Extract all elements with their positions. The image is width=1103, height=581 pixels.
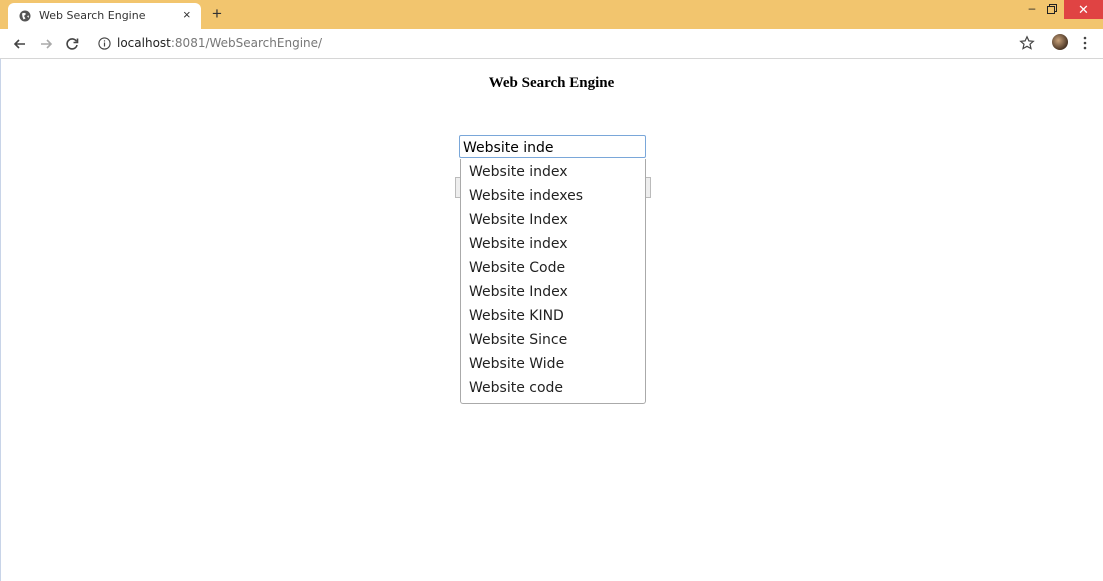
search-input[interactable] — [459, 135, 646, 158]
browser-toolbar: localhost:8081/WebSearchEngine/ — [0, 29, 1103, 59]
globe-icon — [19, 10, 31, 22]
menu-kebab-icon[interactable] — [1080, 36, 1090, 50]
reload-icon[interactable] — [64, 36, 80, 52]
suggestion-item[interactable]: Website Since — [469, 332, 567, 348]
suggestion-item[interactable]: Website index — [469, 236, 568, 252]
page-title: Web Search Engine — [488, 75, 615, 91]
browser-tab[interactable]: Web Search Engine × — [8, 3, 201, 29]
profile-avatar[interactable] — [1052, 34, 1068, 50]
restore-icon[interactable] — [1046, 3, 1058, 15]
window-close-button[interactable]: ✕ — [1064, 0, 1103, 19]
back-arrow-icon[interactable] — [12, 36, 28, 52]
suggestion-item[interactable]: Website Index — [469, 212, 568, 228]
tab-title: Web Search Engine — [39, 9, 146, 22]
bookmark-star-icon[interactable] — [1019, 35, 1035, 51]
suggestion-item[interactable]: Website KIND — [469, 308, 564, 324]
suggestion-item[interactable]: Website Code — [469, 260, 565, 276]
suggestion-item[interactable]: Website Index — [469, 284, 568, 300]
info-icon[interactable] — [98, 37, 111, 50]
suggestion-item[interactable]: Website code — [469, 380, 563, 396]
address-bar[interactable]: localhost:8081/WebSearchEngine/ — [117, 36, 322, 50]
new-tab-button[interactable]: + — [212, 5, 222, 22]
tab-close-icon[interactable]: × — [183, 8, 191, 22]
url-path: :8081/WebSearchEngine/ — [170, 36, 323, 50]
window-edge — [0, 59, 1, 581]
forward-arrow-icon[interactable] — [38, 36, 54, 52]
suggestion-item[interactable]: Website Wide — [469, 356, 564, 372]
url-host: localhost — [117, 36, 171, 50]
tab-strip: Web Search Engine × + – ✕ — [0, 0, 1103, 29]
suggestion-item[interactable]: Website index — [469, 164, 568, 180]
autocomplete-dropdown: Website index Website indexes Website In… — [460, 159, 646, 404]
suggestion-item[interactable]: Website indexes — [469, 188, 583, 204]
minimize-button[interactable]: – — [1025, 2, 1039, 16]
